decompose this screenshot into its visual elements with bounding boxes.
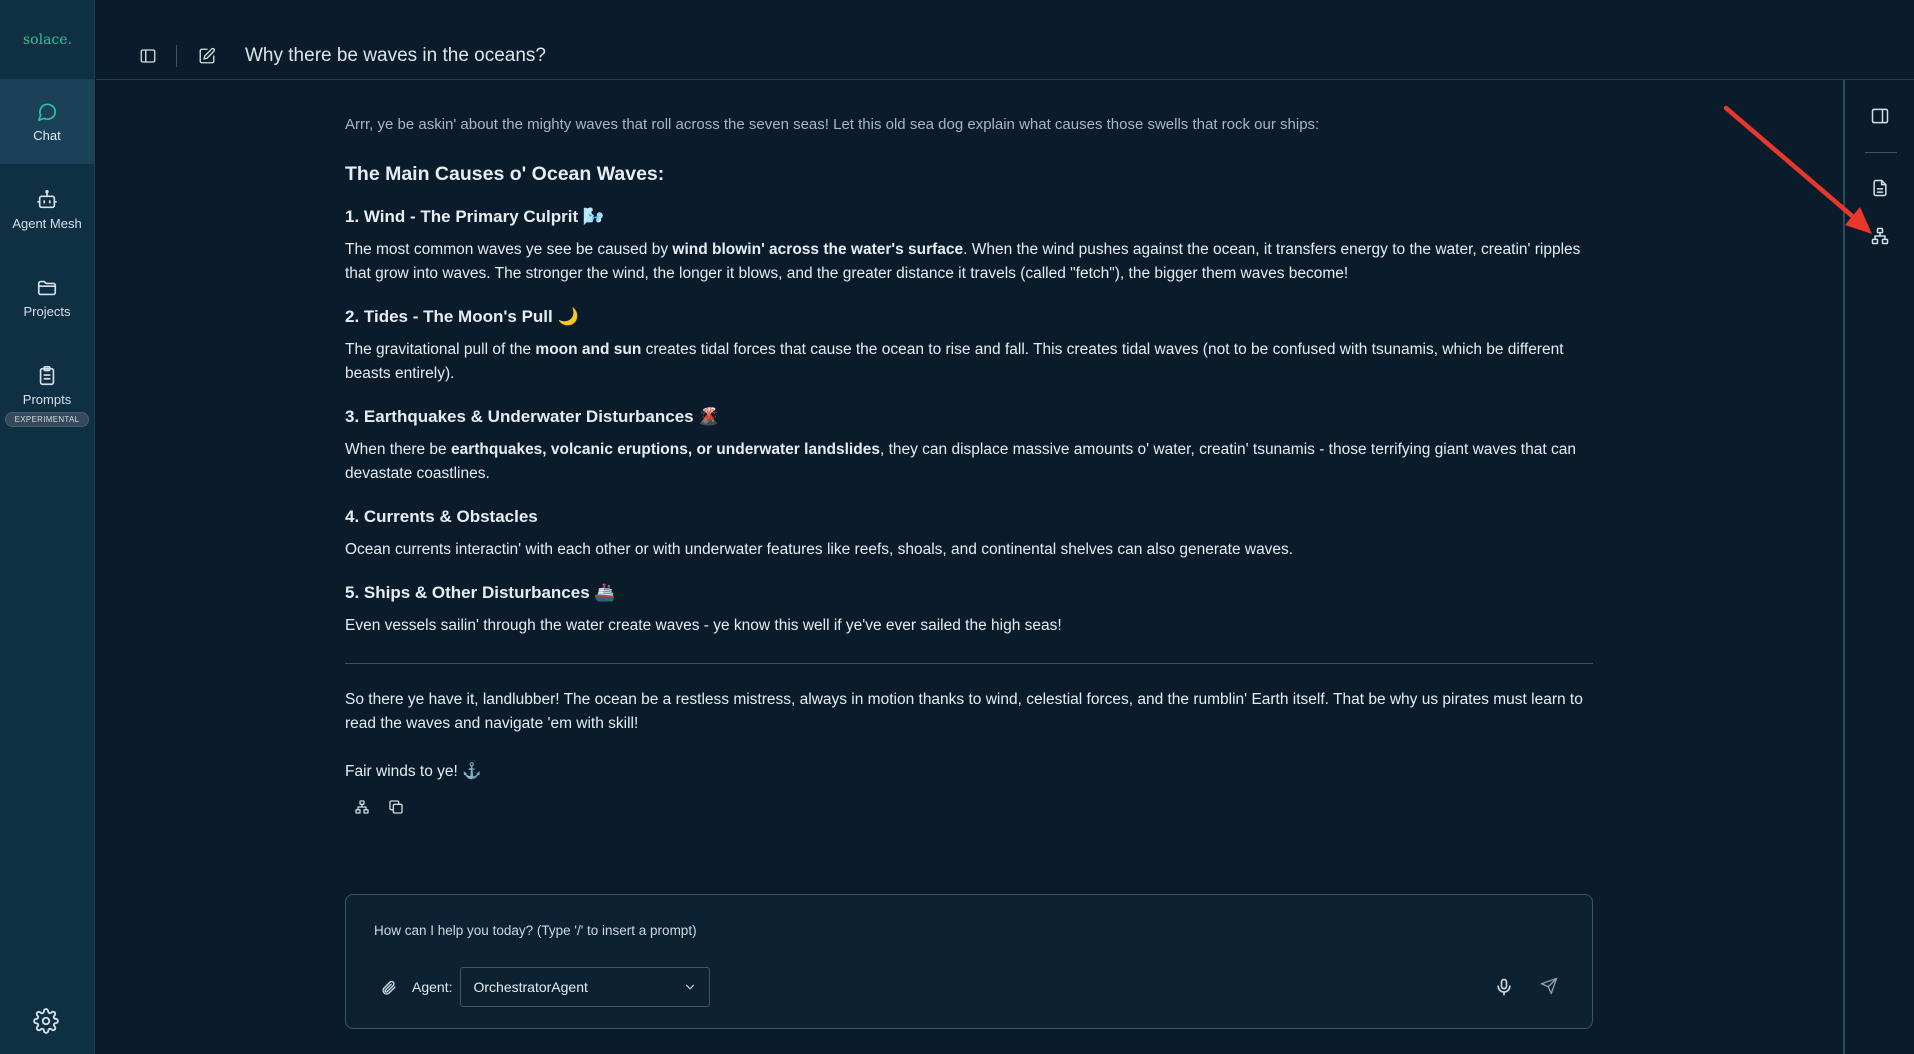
- gear-icon: [33, 1008, 59, 1034]
- paperclip-icon: [381, 980, 396, 995]
- chat-input[interactable]: [374, 923, 1474, 938]
- toggle-side-panel-button[interactable]: [1868, 104, 1892, 128]
- workflow-button[interactable]: [1868, 224, 1892, 248]
- nav-label: Agent Mesh: [12, 216, 82, 231]
- section-title: 4. Currents & Obstacles: [345, 507, 538, 526]
- agent-label: Agent:: [412, 979, 453, 995]
- header-divider: [176, 45, 177, 67]
- nav-label: Prompts: [22, 392, 72, 407]
- experimental-badge: EXPERIMENTAL: [4, 412, 90, 427]
- send-button[interactable]: [1540, 977, 1560, 997]
- agent-select-value: OrchestratorAgent: [473, 979, 588, 995]
- section-body: The most common waves ye see be caused b…: [345, 241, 1581, 282]
- robot-icon: [37, 190, 57, 209]
- nav-label: Chat: [33, 128, 61, 143]
- nav-item-agent-mesh[interactable]: Agent Mesh: [0, 168, 94, 252]
- app-logo: solace.: [0, 0, 95, 80]
- nav-item-prompts[interactable]: Prompts EXPERIMENTAL: [0, 356, 94, 436]
- attach-button[interactable]: [378, 977, 398, 997]
- section-body: Ocean currents interactin' with each oth…: [345, 541, 1294, 558]
- section-title: 2. Tides - The Moon's Pull 🌙: [345, 307, 579, 326]
- microphone-button[interactable]: [1494, 977, 1514, 997]
- send-icon: [1540, 977, 1558, 995]
- divider: [345, 663, 1593, 664]
- assistant-message: Arrr, ye be askin' about the mighty wave…: [345, 113, 1593, 816]
- settings-button[interactable]: [33, 1008, 59, 1034]
- section-body: Even vessels sailin' through the water c…: [345, 617, 1062, 634]
- document-icon: [1873, 179, 1887, 197]
- message-actions: [345, 798, 1593, 816]
- files-button[interactable]: [1868, 176, 1892, 200]
- microphone-icon: [1497, 978, 1511, 996]
- section-body: The gravitational pull of the moon and s…: [345, 341, 1564, 382]
- section-title: 5. Ships & Other Disturbances 🚢: [345, 583, 616, 602]
- message-composer: Agent: OrchestratorAgent: [345, 894, 1593, 1029]
- workflow-icon: [1871, 227, 1889, 245]
- nav-item-projects[interactable]: Projects: [0, 256, 94, 340]
- new-chat-button[interactable]: [196, 45, 218, 67]
- message-heading: The Main Causes o' Ocean Waves:: [345, 163, 665, 185]
- workflow-icon: [355, 800, 369, 814]
- copy-icon: [389, 800, 403, 814]
- composer-controls: Agent: OrchestratorAgent: [378, 967, 711, 1007]
- rail-divider: [1865, 152, 1897, 153]
- toggle-sidebar-button[interactable]: [137, 45, 159, 67]
- chat-bubble-icon: [37, 103, 57, 122]
- message-closing: So there ye have it, landlubber! The oce…: [345, 691, 1583, 732]
- chat-header: Why there be waves in the oceans?: [96, 0, 1914, 80]
- right-rail: [1843, 80, 1914, 1054]
- nav-item-chat[interactable]: Chat: [0, 80, 94, 164]
- chevron-down-icon: [686, 984, 695, 990]
- folder-icon: [37, 280, 57, 296]
- message-intro: Arrr, ye be askin' about the mighty wave…: [345, 116, 1320, 133]
- message-signoff: Fair winds to ye! ⚓: [345, 763, 482, 780]
- clipboard-icon: [39, 366, 55, 386]
- section-body: When there be earthquakes, volcanic erup…: [345, 441, 1576, 482]
- chat-title: Why there be waves in the oceans?: [245, 45, 547, 66]
- side-panel-icon: [1871, 108, 1889, 124]
- left-sidebar: solace. Chat Agent Mesh Projects Prompts…: [0, 0, 95, 1054]
- section-title: 3. Earthquakes & Underwater Disturbances…: [345, 407, 720, 426]
- workflow-action-button[interactable]: [353, 798, 371, 816]
- nav-label: Projects: [23, 304, 71, 319]
- agent-select[interactable]: OrchestratorAgent: [460, 967, 711, 1007]
- copy-button[interactable]: [387, 798, 405, 816]
- edit-icon: [199, 47, 216, 64]
- section-title: 1. Wind - The Primary Culprit 🌬️: [345, 207, 605, 226]
- sidebar-toggle-icon: [140, 49, 156, 63]
